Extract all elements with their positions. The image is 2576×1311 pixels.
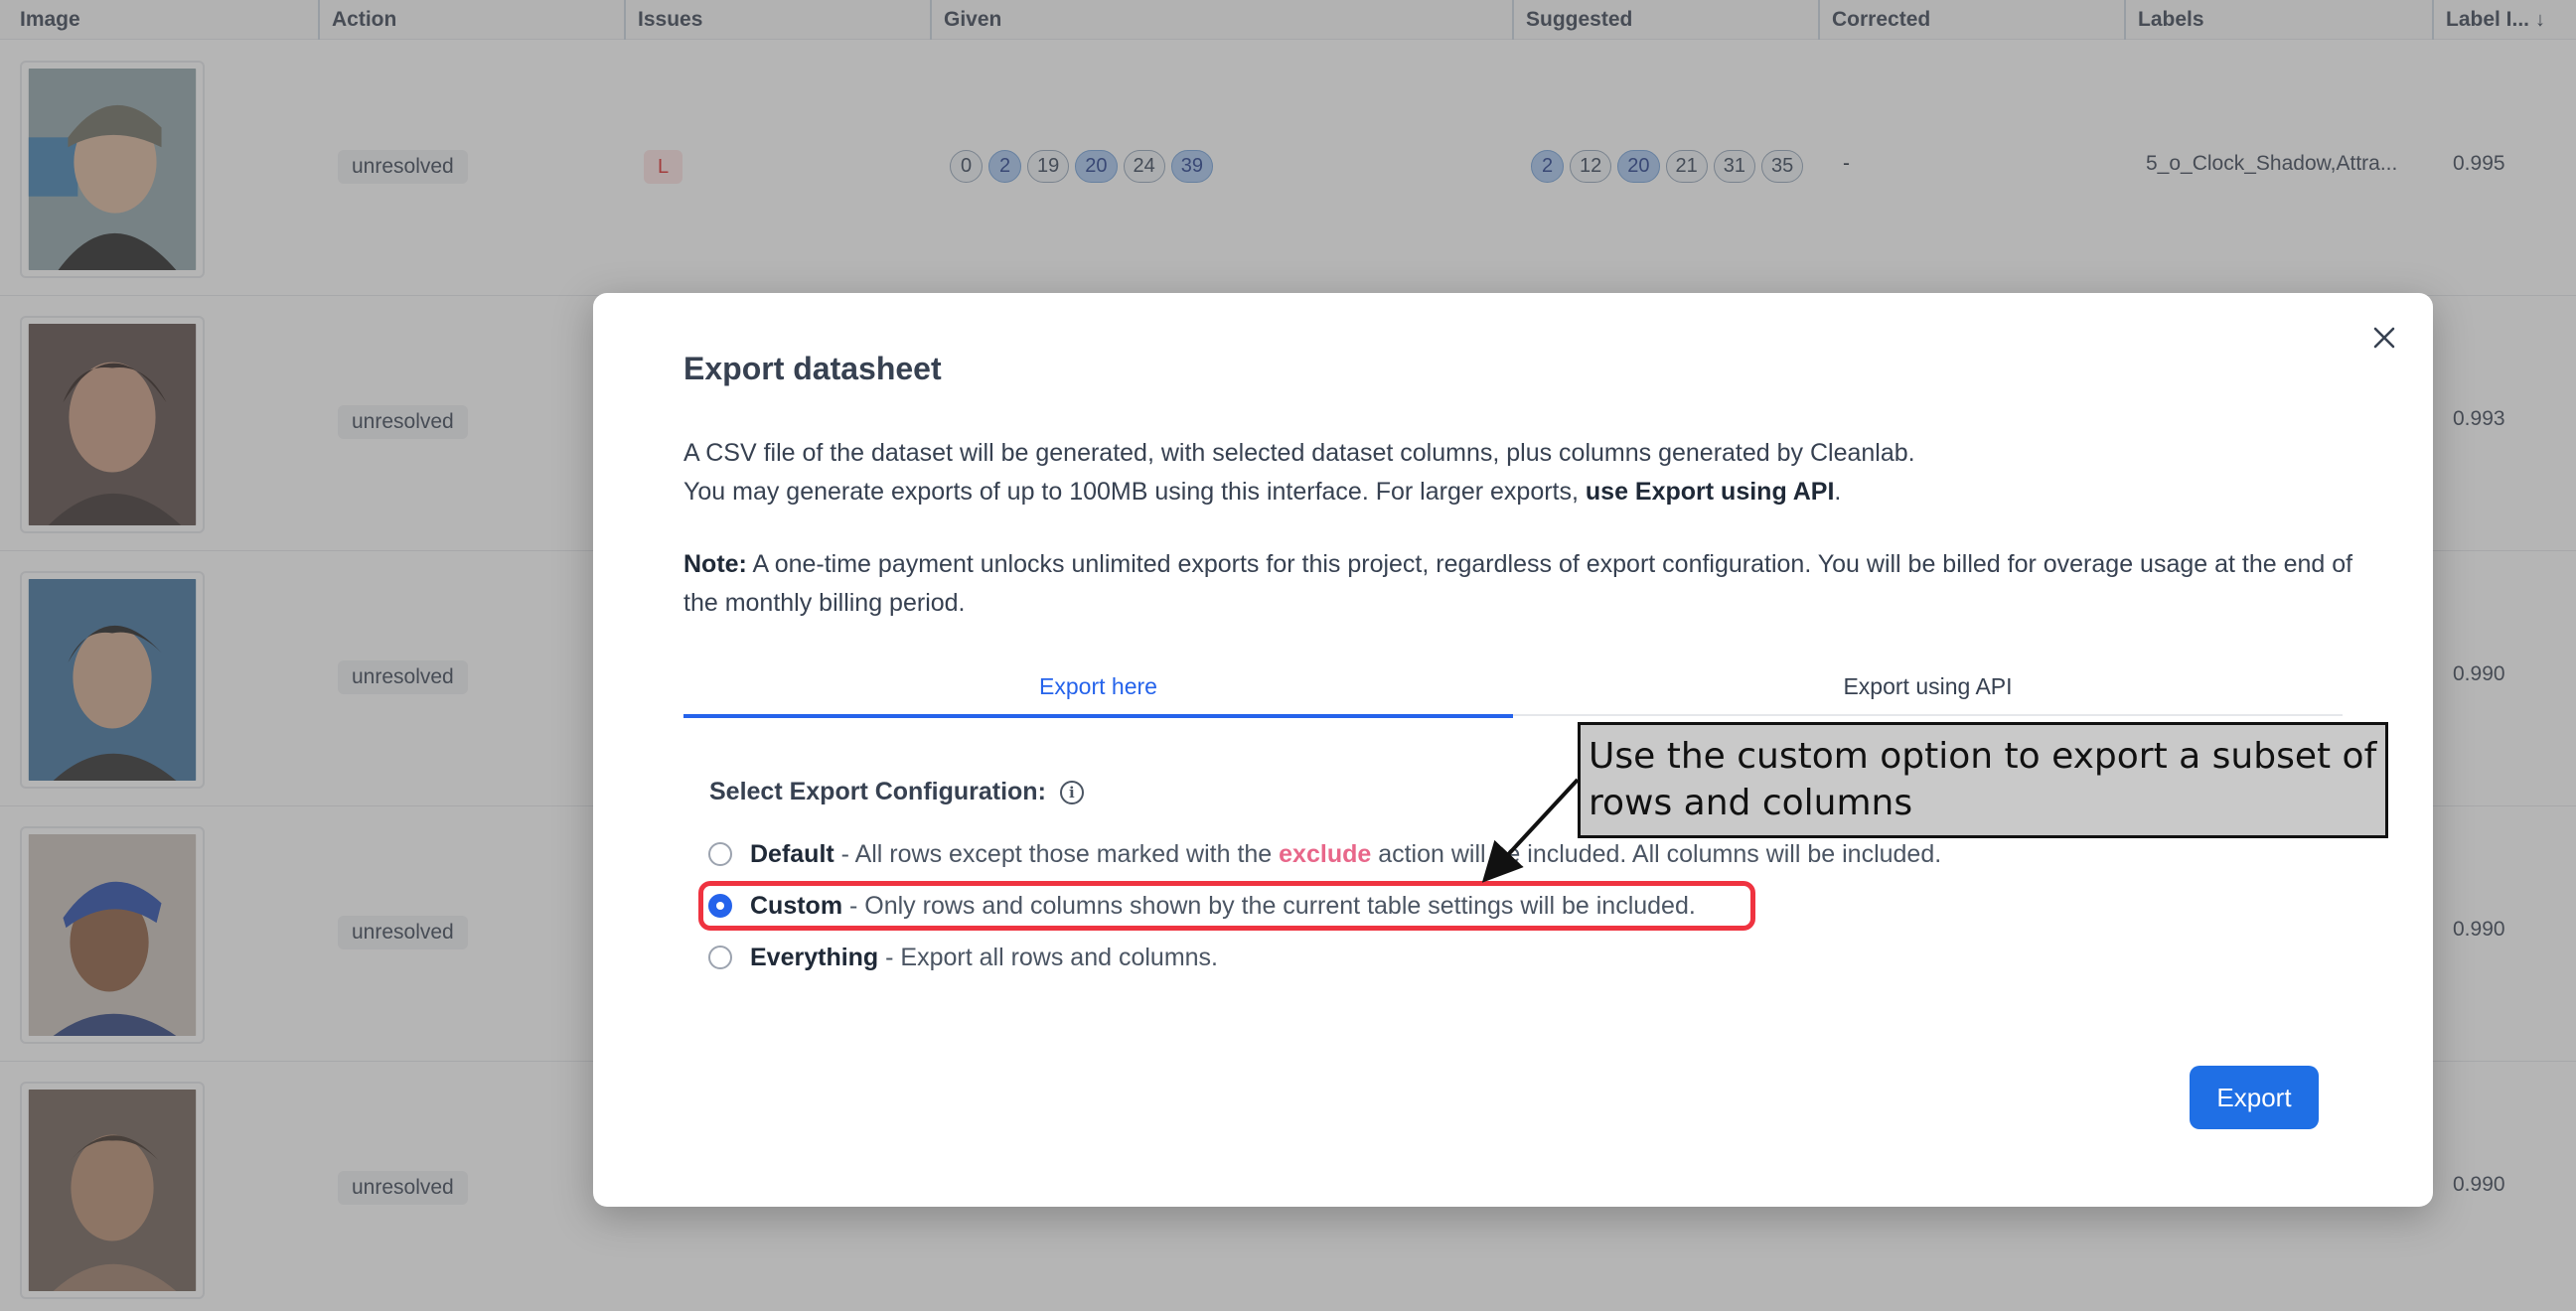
annotation-callout: Use the custom option to export a subset… xyxy=(1578,722,2388,838)
modal-description: A CSV file of the dataset will be genera… xyxy=(683,434,2372,511)
export-tabs: Export here Export using API xyxy=(683,662,2343,718)
export-api-link[interactable]: use Export using API xyxy=(1586,478,1835,506)
description-line-2: You may generate exports of up to 100MB … xyxy=(683,473,2372,511)
modal-title: Export datasheet xyxy=(683,351,942,386)
note-text: A one-time payment unlocks unlimited exp… xyxy=(683,550,2353,617)
radio-everything[interactable] xyxy=(708,946,732,969)
tab-export-using-api[interactable]: Export using API xyxy=(1513,662,2343,716)
option-name: Everything xyxy=(750,943,879,971)
export-button[interactable]: Export xyxy=(2190,1066,2319,1129)
close-icon[interactable] xyxy=(2361,315,2407,361)
description-period: . xyxy=(1834,478,1842,506)
tab-export-here[interactable]: Export here xyxy=(683,662,1513,718)
option-everything[interactable]: Everything - Export all rows and columns… xyxy=(708,941,1218,974)
info-icon[interactable]: i xyxy=(1059,780,1084,804)
option-text: action will be included. All columns wil… xyxy=(1371,839,1942,868)
exclude-keyword: exclude xyxy=(1279,839,1372,868)
billing-note: Note: A one-time payment unlocks unlimit… xyxy=(683,545,2372,623)
export-config-heading: Select Export Configuration: i xyxy=(709,778,1084,806)
radio-default[interactable] xyxy=(708,842,732,866)
option-custom[interactable]: Custom - Only rows and columns shown by … xyxy=(708,889,1696,923)
option-name: Custom xyxy=(750,891,843,920)
description-text: You may generate exports of up to 100MB … xyxy=(683,478,1586,506)
option-name: Default xyxy=(750,839,834,868)
radio-custom[interactable] xyxy=(708,894,732,918)
option-default[interactable]: Default - All rows except those marked w… xyxy=(708,837,1941,871)
export-config-label: Select Export Configuration: xyxy=(709,778,1046,805)
option-text: - Export all rows and columns. xyxy=(878,943,1218,971)
note-label: Note: xyxy=(683,550,747,578)
option-text: - All rows except those marked with the xyxy=(833,839,1280,868)
description-line-1: A CSV file of the dataset will be genera… xyxy=(683,439,1915,467)
option-text: - Only rows and columns shown by the cur… xyxy=(842,891,1696,920)
